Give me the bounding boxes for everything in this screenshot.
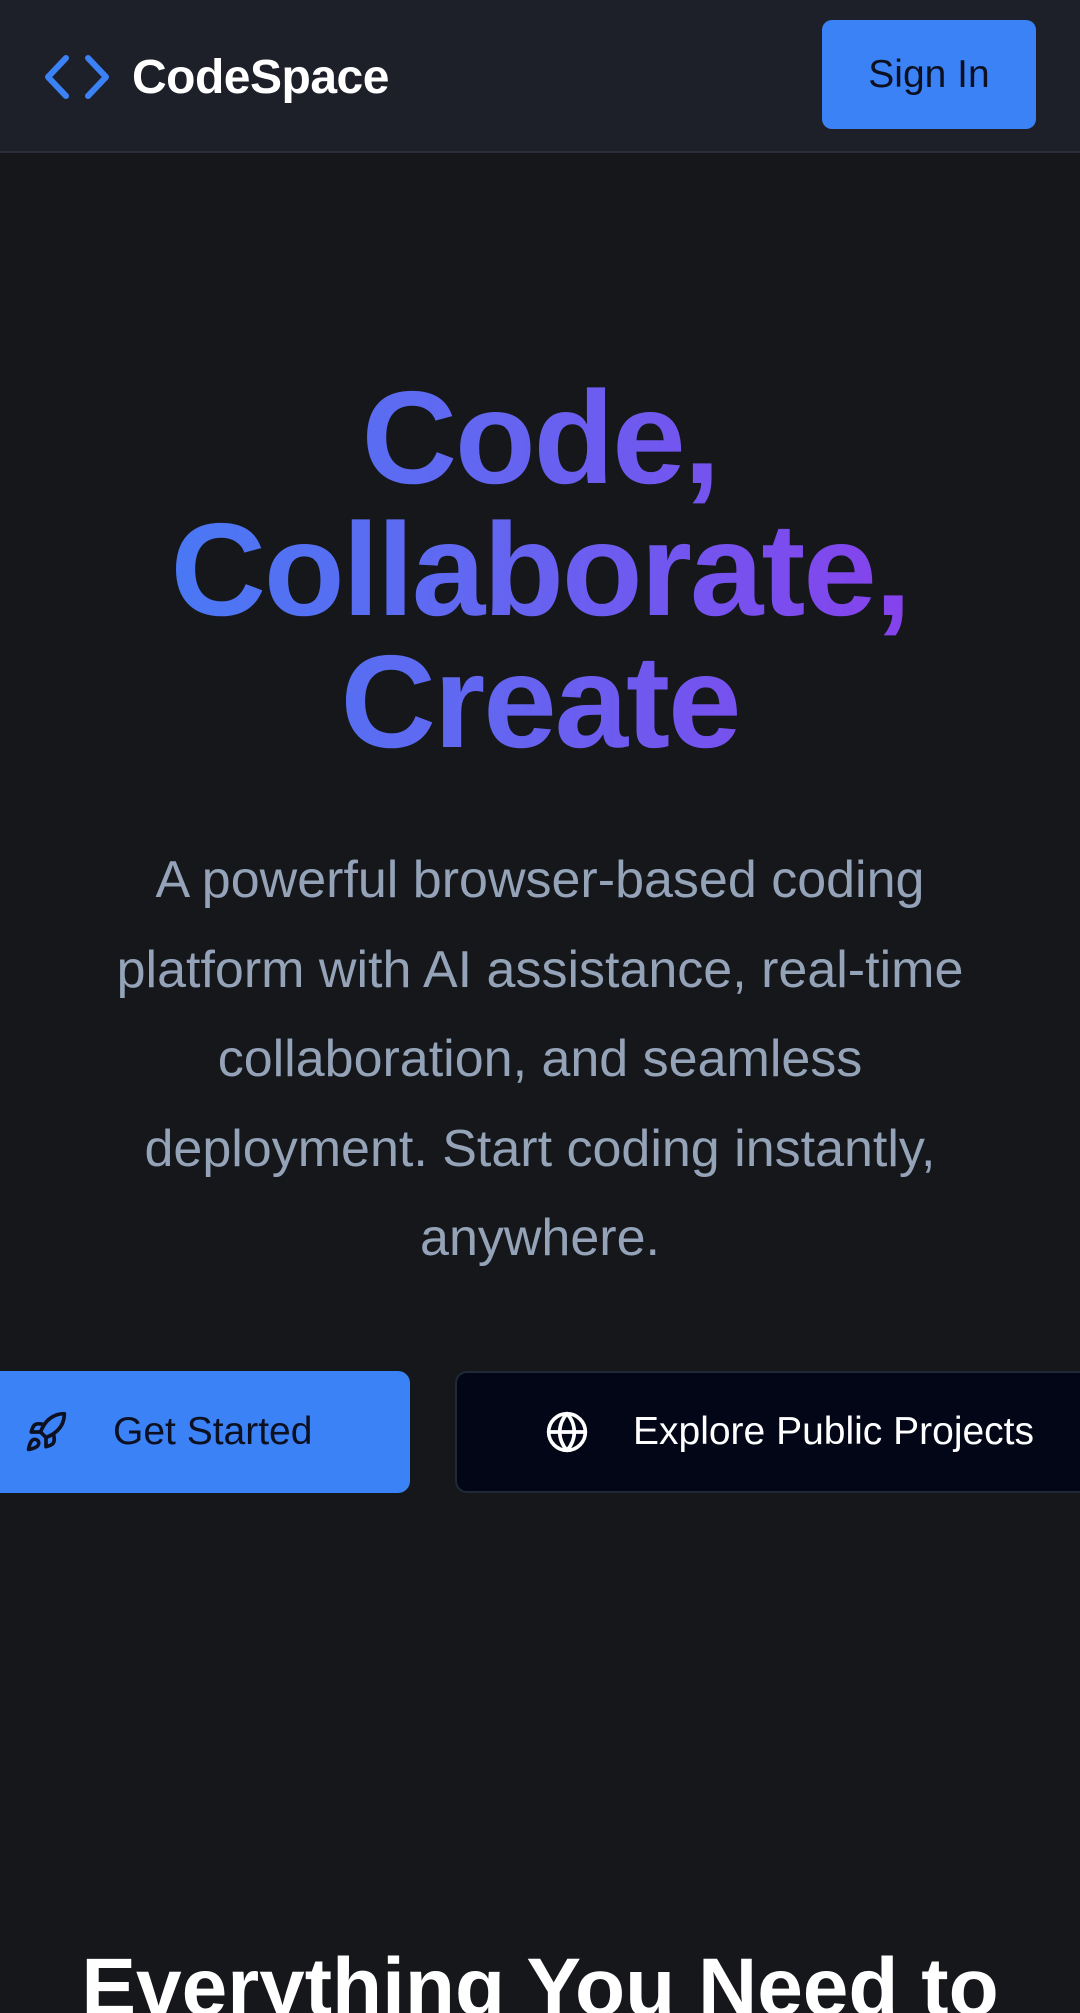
hero-title: Code, Collaborate, Create — [0, 372, 1080, 768]
brand-name: CodeSpace — [132, 50, 389, 104]
brand-logo[interactable]: CodeSpace — [44, 47, 389, 107]
hero-title-line-3: Create — [340, 628, 740, 775]
hero-subtitle: A powerful browser-based coding platform… — [40, 836, 1040, 1284]
get-started-button[interactable]: Get Started — [0, 1371, 410, 1493]
features-section-heading: Everything You Need to — [81, 1942, 999, 2013]
get-started-label: Get Started — [113, 1410, 313, 1453]
sign-in-button[interactable]: Sign In — [822, 20, 1036, 129]
hero-subtitle-line-5: anywhere. — [420, 1209, 660, 1267]
code-brackets-icon — [45, 55, 109, 99]
explore-public-projects-label: Explore Public Projects — [633, 1410, 1035, 1453]
explore-public-projects-button[interactable]: Explore Public Projects — [455, 1371, 1080, 1493]
hero-subtitle-line-2: platform with AI assistance, real-time — [116, 940, 964, 999]
top-navbar: CodeSpace Sign In — [0, 0, 1080, 153]
hero-subtitle-line-1: A powerful browser-based coding — [155, 851, 925, 909]
hero-subtitle-line-4: deployment. Start coding instantly, — [144, 1119, 936, 1178]
globe-icon — [546, 1411, 588, 1453]
landing-page: CodeSpace Sign In Code, Collaborate, Cre… — [0, 0, 1080, 2013]
hero-title-line-2: Collaborate, — [170, 496, 910, 643]
hero-subtitle-line-3: collaboration, and seamless — [217, 1030, 863, 1088]
rocket-icon — [26, 1411, 67, 1452]
hero-title-line-1: Code, — [361, 364, 719, 511]
